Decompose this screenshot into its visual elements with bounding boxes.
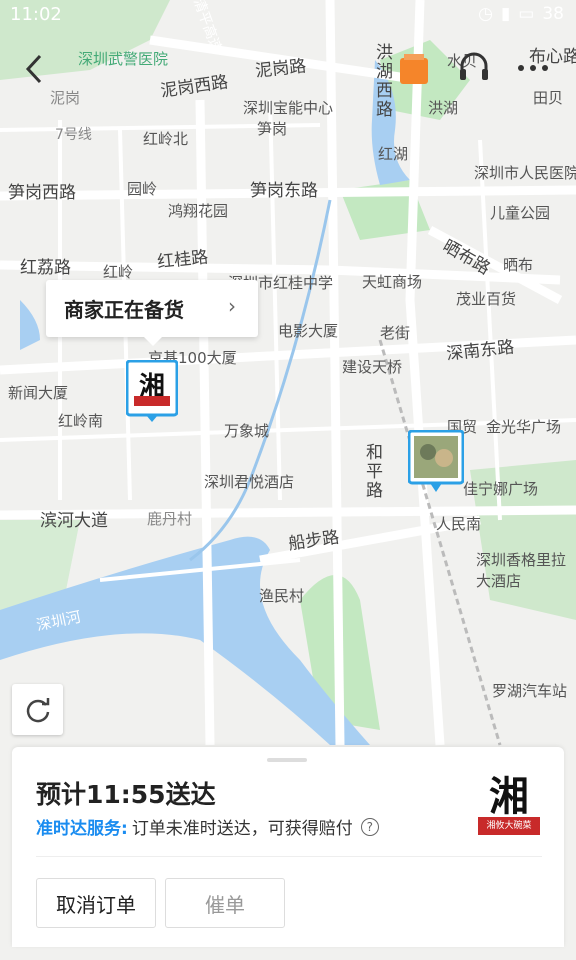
map-label: 和平路 — [366, 443, 383, 501]
customer-service-button[interactable] — [456, 50, 492, 86]
shop-marker[interactable]: 湘 — [125, 359, 179, 422]
map-label: 7号线 — [55, 127, 92, 143]
map-label: 红岭 — [103, 263, 134, 281]
battery-icon: ▭ — [518, 4, 535, 24]
map-label: 洪湖 — [428, 99, 459, 117]
map-label: 深圳宝能中心 — [243, 99, 334, 117]
map-label: 佳宁娜广场 — [463, 480, 539, 498]
promise-key: 准时达服务: — [36, 819, 128, 839]
map-label: 万象城 — [224, 422, 270, 440]
map-label: 泥岗 — [50, 89, 81, 107]
more-dots-icon — [518, 65, 548, 71]
more-button[interactable] — [516, 58, 552, 78]
map-label: 深圳市人民医院 — [474, 164, 576, 182]
help-icon[interactable]: ? — [360, 817, 379, 836]
refresh-button[interactable] — [12, 684, 63, 735]
map-label: 天虹商场 — [362, 273, 423, 291]
urge-order-button[interactable]: 催单 — [165, 878, 285, 928]
map-label: 渔民村 — [259, 587, 305, 605]
map-label: 茂业百货 — [456, 290, 517, 308]
map-label: 建设天桥 — [342, 358, 403, 376]
map-label: 红岭南 — [58, 412, 104, 430]
map-label: 晒布 — [503, 256, 534, 274]
map-label: 电影大厦 — [278, 322, 339, 340]
status-icons: ◷ ▮ ▭ 38 — [478, 4, 564, 24]
on-time-promise[interactable]: 准时达服务: 订单未准时送达，可获得赔付 ? — [36, 814, 379, 839]
map-label: 园岭 — [127, 180, 158, 198]
map-label: 老街 — [380, 324, 411, 342]
map-label: 红湖 — [378, 145, 409, 163]
shop-logo[interactable]: 湘 湘攸大碗菜 — [478, 775, 540, 837]
order-sheet: 预计11:55送达 准时达服务: 订单未准时送达，可获得赔付 ? 湘 湘攸大碗菜… — [12, 747, 564, 947]
map-label: 人民南 — [436, 515, 482, 533]
shop-logo-glyph: 湘 — [489, 773, 529, 820]
courier-marker[interactable] — [407, 429, 465, 494]
shop-marker-banner — [134, 396, 170, 406]
alarm-icon: ◷ — [478, 4, 493, 24]
map-label: 滨河大道 — [40, 511, 108, 531]
headset-icon — [460, 52, 488, 80]
chevron-right-icon: › — [228, 294, 236, 318]
map-label: 笋岗东路 — [250, 181, 318, 201]
promise-text: 订单未准时送达，可获得赔付 — [131, 819, 353, 839]
map-label: 鸿翔花园 — [168, 202, 229, 220]
map-river-line — [189, 199, 332, 562]
map-label: 泥岗路 — [254, 56, 308, 82]
map-label: 洪湖西路 — [376, 43, 393, 120]
map-label: 鹿丹村 — [147, 510, 193, 528]
map-label: 深圳君悦酒店 — [204, 473, 295, 491]
back-button[interactable] — [18, 52, 52, 86]
order-status-text: 商家正在备货 — [64, 298, 184, 322]
lake-water — [20, 300, 40, 350]
map-label: 深圳武警医院 — [78, 50, 169, 68]
map-label: 红桂路 — [156, 247, 210, 273]
status-time: 11:02 — [10, 4, 62, 25]
order-status-bubble[interactable]: 商家正在备货 › — [46, 280, 258, 346]
map-label: 田贝 — [533, 89, 564, 107]
map-label: 笋岗 — [257, 120, 288, 138]
cancel-order-button[interactable]: 取消订单 — [36, 878, 156, 928]
back-arrow-icon — [25, 54, 42, 84]
divider — [36, 856, 542, 857]
status-bar: 11:02 ◷ ▮ ▭ 38 — [0, 0, 576, 30]
map-label: 罗湖汽车站 — [492, 682, 568, 700]
map-label: 笋岗西路 — [8, 183, 76, 203]
map-label: 深圳香格里拉大酒店 — [476, 551, 567, 590]
shopping-bag-button[interactable] — [398, 52, 430, 86]
refresh-icon — [26, 697, 49, 722]
shop-logo-sub: 湘攸大碗菜 — [478, 817, 540, 835]
map-label: 红荔路 — [20, 258, 71, 278]
sheet-handle[interactable] — [267, 758, 307, 762]
eta-text: 预计11:55送达 — [36, 780, 216, 809]
map-label: 儿童公园 — [490, 204, 551, 222]
shopping-bag-icon — [400, 54, 428, 84]
map-label: 金光华广场 — [486, 418, 562, 436]
battery-level: 38 — [542, 4, 564, 24]
map-label: 新闻大厦 — [8, 384, 69, 402]
signal-icon: ▮ — [500, 4, 511, 24]
map-label: 红岭北 — [143, 130, 189, 148]
